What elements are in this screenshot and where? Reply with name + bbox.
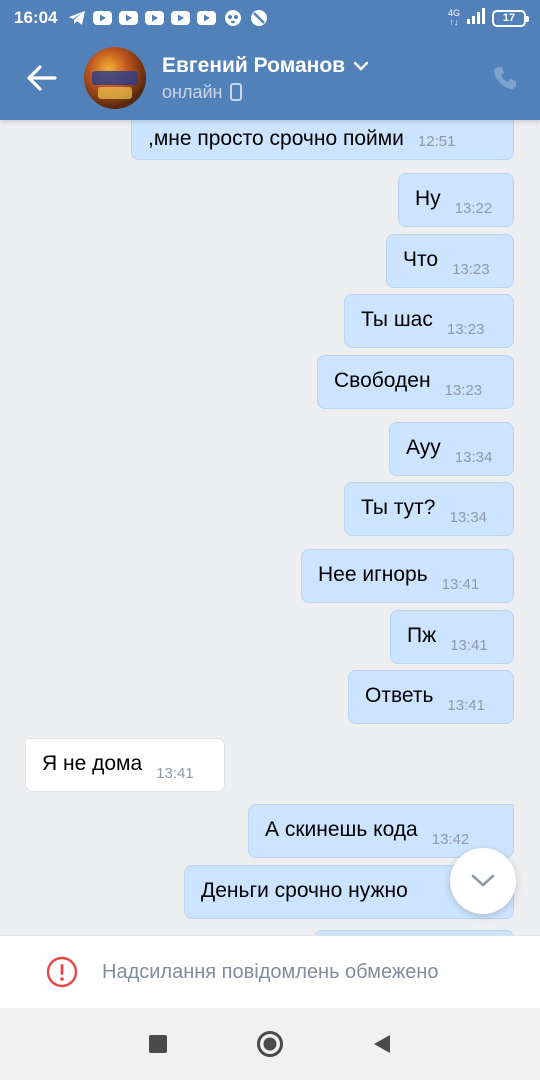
message-text: Пж bbox=[407, 624, 437, 647]
message-text: Ты тут? bbox=[361, 496, 436, 519]
presence-status: онлайн bbox=[162, 81, 223, 102]
message-time: 13:41 bbox=[447, 697, 485, 714]
home-button[interactable] bbox=[214, 1008, 326, 1080]
presence-row: онлайн bbox=[162, 82, 470, 103]
restriction-text: Надсилання повідомлень обмежено bbox=[102, 960, 439, 983]
status-time: 16:04 bbox=[14, 8, 58, 27]
message-text: Деньги срочно нужно bbox=[201, 879, 408, 902]
network-indicator: 4G ↑↓ bbox=[448, 9, 460, 27]
message-bubble[interactable]: Нее игнорь 13:41 bbox=[301, 549, 514, 603]
message-list[interactable]: ,мне просто срочно пойми 12:51 Ну 13:22 … bbox=[0, 120, 540, 935]
messaging-restricted-notice: Надсилання повідомлень обмежено bbox=[0, 935, 540, 1008]
square-icon bbox=[149, 1035, 167, 1053]
warning-icon bbox=[46, 956, 78, 988]
telegram-icon bbox=[67, 10, 86, 26]
message-bubble[interactable]: Ауу 13:34 bbox=[389, 422, 514, 476]
arrow-left-icon bbox=[27, 65, 57, 91]
chat-screen: 16:04 4G ↑↓ 17 Евгений Романов онлайн ,м… bbox=[0, 0, 540, 1080]
message-text: Ты шас bbox=[361, 308, 433, 331]
message-bubble[interactable]: Ну 13:22 bbox=[398, 173, 514, 227]
avatar[interactable] bbox=[84, 47, 146, 109]
message-bubble[interactable]: Пж 13:41 bbox=[390, 610, 514, 664]
recents-button[interactable] bbox=[102, 1008, 214, 1080]
notification-icons bbox=[67, 10, 268, 26]
message-time: 13:41 bbox=[156, 765, 194, 782]
youtube-icon bbox=[197, 10, 217, 26]
message-text: Ну bbox=[415, 187, 441, 210]
message-time: 12:51 bbox=[417, 133, 456, 150]
message-text: Свободен bbox=[334, 369, 431, 392]
back-nav-button[interactable] bbox=[326, 1008, 438, 1080]
message-time: 13:41 bbox=[441, 576, 480, 593]
message-time: 13:23 bbox=[452, 261, 490, 278]
system-navigation-bar bbox=[0, 1008, 540, 1080]
message-time: 13:23 bbox=[446, 321, 485, 338]
message-text: ,мне просто срочно пойми bbox=[148, 127, 404, 150]
message-bubble[interactable]: Ответь 13:41 bbox=[348, 670, 514, 724]
chevron-down-icon bbox=[353, 61, 369, 71]
message-time: 13:41 bbox=[450, 637, 488, 654]
back-button[interactable] bbox=[0, 36, 84, 120]
message-bubble[interactable]: ,мне просто срочно пойми 12:51 bbox=[131, 120, 514, 160]
circle-icon bbox=[257, 1031, 283, 1057]
youtube-icon bbox=[171, 10, 191, 26]
message-text: А скинешь кода bbox=[265, 818, 418, 841]
message-text: Я не дома bbox=[42, 752, 143, 775]
phone-call-icon bbox=[494, 67, 516, 89]
panda-app-icon bbox=[223, 10, 242, 26]
message-bubble[interactable]: Свободен 13:23 bbox=[317, 355, 514, 409]
message-bubble[interactable]: Ты шас 13:23 bbox=[344, 294, 514, 348]
youtube-icon bbox=[145, 10, 165, 26]
battery-level: 17 bbox=[502, 12, 516, 24]
contact-info[interactable]: Евгений Романов онлайн bbox=[162, 54, 470, 103]
message-time: 13:22 bbox=[454, 200, 493, 217]
system-indicators: 4G ↑↓ 17 bbox=[448, 7, 529, 29]
triangle-left-icon bbox=[374, 1035, 390, 1053]
message-time: 13:34 bbox=[454, 449, 493, 466]
youtube-icon bbox=[93, 10, 113, 26]
phone-device-icon bbox=[230, 83, 243, 101]
youtube-icon bbox=[119, 10, 139, 26]
chevron-down-icon bbox=[471, 874, 495, 887]
message-text: Ауу bbox=[406, 436, 441, 459]
signal-icon bbox=[466, 7, 486, 29]
message-text: Что bbox=[403, 248, 439, 271]
blocked-icon bbox=[249, 10, 268, 26]
scroll-down-button[interactable] bbox=[450, 848, 516, 914]
call-button[interactable] bbox=[470, 65, 540, 91]
message-time: 13:34 bbox=[449, 509, 488, 526]
message-bubble[interactable]: Что 13:23 bbox=[386, 234, 514, 288]
status-bar: 16:04 4G ↑↓ 17 bbox=[0, 0, 540, 36]
message-text: Нее игнорь bbox=[318, 563, 428, 586]
chat-header: Евгений Романов онлайн bbox=[0, 36, 540, 120]
message-bubble[interactable]: Ты тут? 13:34 bbox=[344, 482, 514, 536]
message-time: 13:23 bbox=[444, 382, 483, 399]
network-activity: ↑↓ bbox=[449, 17, 459, 27]
message-text: Ответь bbox=[365, 684, 434, 707]
contact-name: Евгений Романов bbox=[162, 53, 346, 77]
contact-name-row: Евгений Романов bbox=[162, 54, 470, 78]
message-bubble-incoming[interactable]: Я не дома 13:41 bbox=[25, 738, 225, 792]
battery-indicator: 17 bbox=[492, 9, 529, 27]
